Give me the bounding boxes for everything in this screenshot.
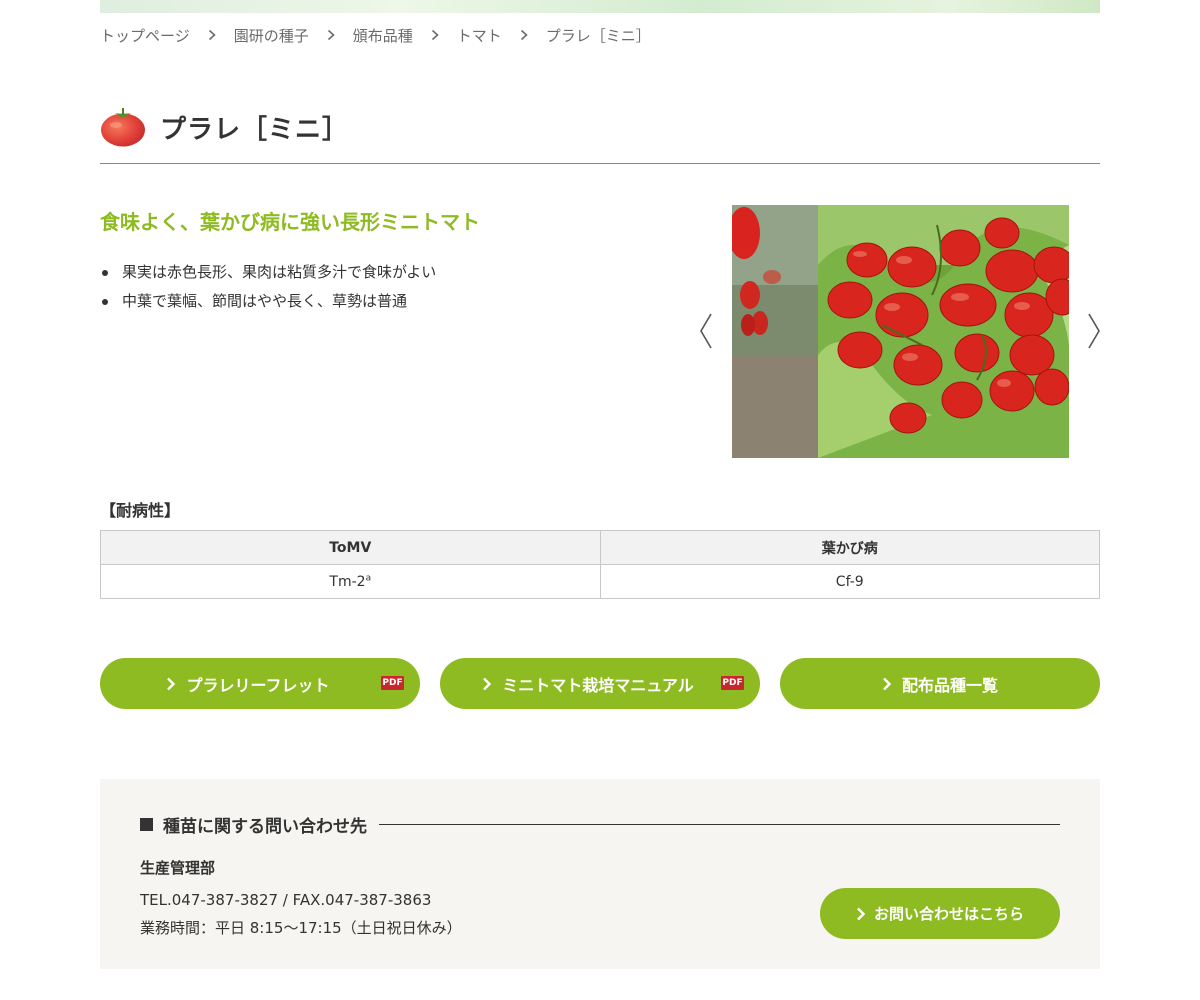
table-cell-superscript: a <box>365 572 372 583</box>
square-bullet-icon <box>140 817 153 831</box>
leaflet-pdf-button[interactable]: プラレリーフレット PDF <box>100 658 420 709</box>
chevron-left-icon <box>700 313 712 349</box>
header-banner-image <box>100 0 1100 13</box>
business-hours-text: 業務時間：平日 8:15〜17:15（土日祝日休み） <box>140 919 462 937</box>
chevron-right-icon <box>513 29 535 41</box>
breadcrumb-item-current: プラレ［ミニ］ <box>545 26 651 45</box>
heading-rule <box>379 823 1060 825</box>
pdf-icon: PDF <box>381 676 404 690</box>
image-carousel <box>690 205 1110 458</box>
breadcrumb-item-seeds[interactable]: 園研の種子 <box>234 25 309 46</box>
chevron-right-icon <box>882 677 892 691</box>
pdf-icon: PDF <box>721 676 744 690</box>
chevron-right-icon <box>320 29 342 41</box>
table-header-row: ToMV 葉かび病 <box>100 530 1100 565</box>
contact-heading-text: 種苗に関する問い合わせ先 <box>163 816 367 837</box>
table-cell: Tm-2a <box>100 564 601 599</box>
button-label: プラレリーフレット <box>186 675 330 695</box>
title-divider <box>100 163 1100 164</box>
department-name: 生産管理部 <box>140 859 216 877</box>
table-cell-text: Cf-9 <box>835 573 864 590</box>
contact-heading: 種苗に関する問い合わせ先 <box>140 812 1060 837</box>
carousel-prev-button[interactable] <box>696 311 716 351</box>
table-header-cell: 葉かび病 <box>599 530 1100 565</box>
button-label: お問い合わせはこちら <box>873 905 1024 923</box>
resistance-heading: 【耐病性】 <box>100 501 181 520</box>
contact-section: 種苗に関する問い合わせ先 生産管理部 TEL.047-387-3827 / FA… <box>100 779 1100 969</box>
table-row: Tm-2a Cf-9 <box>100 564 1100 599</box>
button-label: 配布品種一覧 <box>901 675 998 695</box>
breadcrumb-item-tomato[interactable]: トマト <box>457 25 502 46</box>
breadcrumb-item-top[interactable]: トップページ <box>100 25 190 46</box>
chevron-right-icon <box>856 907 866 921</box>
table-cell-text: Tm-2 <box>329 573 366 590</box>
resistance-table: ToMV 葉かび病 Tm-2a Cf-9 <box>100 530 1100 599</box>
chevron-right-icon <box>201 29 223 41</box>
breadcrumb: トップページ 園研の種子 頒布品種 トマト プラレ［ミニ］ <box>100 24 651 46</box>
product-catchphrase: 食味よく、葉かび病に強い長形ミニトマト <box>100 210 480 234</box>
variety-list-button[interactable]: 配布品種一覧 <box>780 658 1100 709</box>
chevron-right-icon <box>166 677 176 691</box>
chevron-right-icon <box>1088 313 1100 349</box>
cultivation-manual-pdf-button[interactable]: ミニトマト栽培マニュアル PDF <box>440 658 760 709</box>
page-title: プラレ［ミニ］ <box>160 114 350 145</box>
feature-item: 中葉で葉幅、節間はやや長く、草勢は普通 <box>100 287 436 316</box>
button-label: ミニトマト栽培マニュアル <box>502 675 694 695</box>
page-title-row: プラレ［ミニ］ <box>100 106 349 148</box>
table-header-cell: ToMV <box>100 530 601 565</box>
carousel-next-button[interactable] <box>1084 311 1104 351</box>
contact-button[interactable]: お問い合わせはこちら <box>820 888 1060 939</box>
tomato-icon <box>100 106 146 148</box>
breadcrumb-item-varieties[interactable]: 頒布品種 <box>353 25 413 46</box>
product-photo <box>732 205 1069 458</box>
feature-item: 果実は赤色長形、果肉は粘質多汁で食味がよい <box>100 258 436 287</box>
chevron-right-icon <box>424 29 446 41</box>
chevron-right-icon <box>482 677 492 691</box>
table-cell: Cf-9 <box>599 564 1100 599</box>
phone-fax-text: TEL.047-387-3827 / FAX.047-387-3863 <box>140 891 432 909</box>
feature-list: 果実は赤色長形、果肉は粘質多汁で食味がよい 中葉で葉幅、節間はやや長く、草勢は普… <box>100 258 436 316</box>
